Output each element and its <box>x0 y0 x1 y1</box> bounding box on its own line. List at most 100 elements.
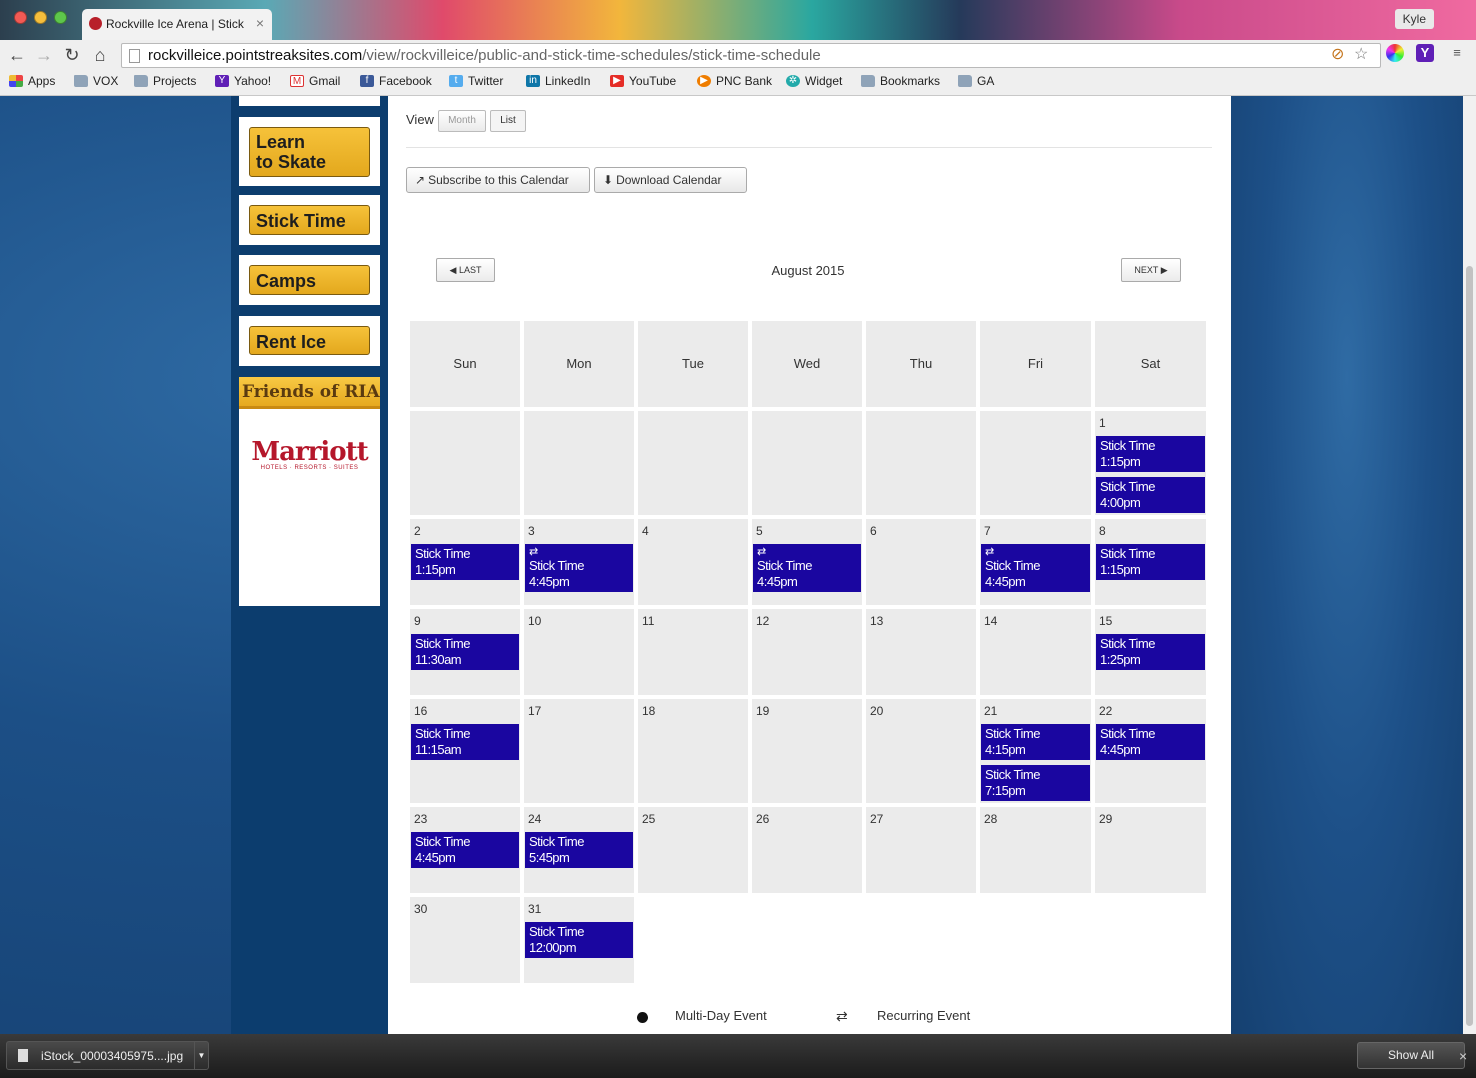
address-bar[interactable]: rockvilleice.pointstreaksites.com/view/r… <box>121 43 1381 68</box>
home-icon[interactable]: ⌂ <box>89 44 111 66</box>
yahoo-extension-icon[interactable]: Y <box>1416 44 1434 62</box>
day-cell[interactable]: 15 Stick Time 1:25pm <box>1095 609 1206 695</box>
event-time: 1:25pm <box>1100 652 1141 667</box>
day-cell[interactable]: 11 <box>638 609 748 695</box>
day-cell[interactable]: 24 Stick Time 5:45pm <box>524 807 634 893</box>
event-stick-time[interactable]: ⇄ Stick Time 4:45pm <box>981 544 1090 592</box>
view-list-button[interactable]: List <box>490 110 526 132</box>
day-cell[interactable]: 2 Stick Time 1:15pm <box>410 519 520 605</box>
bookmark-star-icon[interactable]: ☆ <box>1354 44 1368 64</box>
close-window-button[interactable] <box>14 11 27 24</box>
extension-blocked-icon[interactable]: ⊘ <box>1331 44 1344 64</box>
next-month-button[interactable]: NEXT ▶ <box>1121 258 1181 282</box>
browser-tab[interactable]: Rockville Ice Arena | Stick × <box>82 9 272 40</box>
minimize-window-button[interactable] <box>34 11 47 24</box>
event-stick-time[interactable]: Stick Time 4:45pm <box>411 832 519 868</box>
bookmark-widget[interactable]: ✲ Widget <box>786 74 842 88</box>
day-cell[interactable]: 10 <box>524 609 634 695</box>
bookmark-vox[interactable]: VOX <box>74 74 118 88</box>
event-stick-time[interactable]: Stick Time 1:15pm <box>1096 544 1205 580</box>
day-cell[interactable]: 18 <box>638 699 748 803</box>
color-wheel-extension-icon[interactable] <box>1386 44 1404 62</box>
event-stick-time[interactable]: ⇄ Stick Time 4:45pm <box>753 544 861 592</box>
bookmark-bookmarks[interactable]: Bookmarks <box>861 74 940 88</box>
bookmarks-bar: Apps VOX Projects Y Yahoo! M Gmail f Facebook t Tw… <box>0 70 1476 96</box>
download-calendar-button[interactable]: ⬇ Download Calendar <box>594 167 747 193</box>
tab-close-icon[interactable]: × <box>256 15 264 31</box>
close-shelf-icon[interactable]: × <box>1459 1048 1467 1064</box>
day-cell[interactable]: 17 <box>524 699 634 803</box>
bookmark-gmail[interactable]: M Gmail <box>290 74 340 88</box>
day-cell[interactable]: 19 <box>752 699 862 803</box>
view-month-button[interactable]: Month <box>438 110 486 132</box>
day-cell[interactable]: 4 <box>638 519 748 605</box>
camps-button[interactable]: Camps <box>249 265 370 295</box>
sidebar-button-frame: Camps <box>239 255 380 305</box>
day-cell[interactable]: 20 <box>866 699 976 803</box>
bookmark-projects[interactable]: Projects <box>134 74 196 88</box>
bookmark-pnc-bank[interactable]: ▶ PNC Bank <box>697 74 772 88</box>
bookmark-youtube[interactable]: ▶ YouTube <box>610 74 676 88</box>
event-stick-time[interactable]: Stick Time 1:15pm <box>411 544 519 580</box>
day-cell[interactable]: 25 <box>638 807 748 893</box>
day-cell[interactable]: 26 <box>752 807 862 893</box>
event-stick-time[interactable]: Stick Time 1:15pm <box>1096 436 1205 472</box>
show-all-downloads-button[interactable]: Show All <box>1357 1042 1465 1069</box>
event-stick-time[interactable]: Stick Time 11:30am <box>411 634 519 670</box>
recurring-icon: ⇄ <box>985 546 994 558</box>
forward-arrow-icon[interactable]: → <box>33 44 55 66</box>
day-cell[interactable]: 14 <box>980 609 1091 695</box>
scroll-thumb[interactable] <box>1466 266 1473 1026</box>
event-stick-time[interactable]: Stick Time 5:45pm <box>525 832 633 868</box>
day-cell[interactable]: 31 Stick Time 12:00pm <box>524 897 634 983</box>
day-cell[interactable]: 7 ⇄ Stick Time 4:45pm <box>980 519 1091 605</box>
event-stick-time[interactable]: ⇄ Stick Time 4:45pm <box>525 544 633 592</box>
day-cell[interactable]: 6 <box>866 519 976 605</box>
profile-badge[interactable]: Kyle <box>1394 9 1434 29</box>
rent-ice-button[interactable]: Rent Ice <box>249 326 370 355</box>
day-cell[interactable]: 8 Stick Time 1:15pm <box>1095 519 1206 605</box>
day-cell[interactable]: 12 <box>752 609 862 695</box>
subscribe-calendar-button[interactable]: ↗ Subscribe to this Calendar <box>406 167 590 193</box>
day-cell[interactable]: 3 ⇄ Stick Time 4:45pm <box>524 519 634 605</box>
day-cell[interactable]: 29 <box>1095 807 1206 893</box>
previous-month-button[interactable]: ◀ LAST <box>436 258 495 282</box>
day-cell[interactable]: 1 Stick Time 1:15pm Stick Time 4:00pm <box>1095 411 1206 515</box>
learn-to-skate-button[interactable]: Learn to Skate <box>249 127 370 177</box>
maximize-window-button[interactable] <box>54 11 67 24</box>
bookmark-ga[interactable]: GA <box>958 74 994 88</box>
download-item[interactable]: iStock_00003405975....jpg ▼ <box>6 1041 209 1070</box>
day-number: 27 <box>870 812 884 826</box>
event-stick-time[interactable]: Stick Time 12:00pm <box>525 922 633 958</box>
event-stick-time[interactable]: Stick Time 4:15pm <box>981 724 1090 760</box>
day-cell[interactable]: 9 Stick Time 11:30am <box>410 609 520 695</box>
day-cell[interactable]: 21 Stick Time 4:15pm Stick Time 7:15pm <box>980 699 1091 803</box>
event-stick-time[interactable]: Stick Time 4:45pm <box>1096 724 1205 760</box>
event-stick-time[interactable]: Stick Time 1:25pm <box>1096 634 1205 670</box>
download-menu-caret-icon[interactable]: ▼ <box>194 1042 208 1069</box>
stick-time-button[interactable]: Stick Time <box>249 205 370 235</box>
day-cell[interactable]: 27 <box>866 807 976 893</box>
day-cell[interactable]: 22 Stick Time 4:45pm <box>1095 699 1206 803</box>
back-arrow-icon[interactable]: ← <box>6 44 28 66</box>
day-cell[interactable]: 16 Stick Time 11:15am <box>410 699 520 803</box>
event-stick-time[interactable]: Stick Time 7:15pm <box>981 765 1090 801</box>
recurring-icon: ⇄ <box>529 546 538 558</box>
day-cell[interactable]: 5 ⇄ Stick Time 4:45pm <box>752 519 862 605</box>
page-scrollbar[interactable] <box>1463 96 1476 1034</box>
bookmark-yahoo[interactable]: Y Yahoo! <box>215 74 271 88</box>
event-stick-time[interactable]: Stick Time 4:00pm <box>1096 477 1205 513</box>
event-stick-time[interactable]: Stick Time 11:15am <box>411 724 519 760</box>
day-cell[interactable]: 13 <box>866 609 976 695</box>
day-cell[interactable]: 28 <box>980 807 1091 893</box>
day-cell[interactable]: 30 <box>410 897 520 983</box>
bookmark-facebook[interactable]: f Facebook <box>360 74 432 88</box>
day-cell[interactable]: 23 Stick Time 4:45pm <box>410 807 520 893</box>
menu-icon[interactable]: ≡ <box>1448 44 1466 62</box>
marriott-logo[interactable]: Marriott HOTELS · RESORTS · SUITES <box>239 437 380 471</box>
bookmark-linkedin[interactable]: in LinkedIn <box>526 74 590 88</box>
bookmark-apps[interactable]: Apps <box>9 74 55 88</box>
reload-icon[interactable]: ↻ <box>61 44 83 66</box>
bookmark-twitter[interactable]: t Twitter <box>449 74 503 88</box>
page-icon <box>129 49 140 63</box>
